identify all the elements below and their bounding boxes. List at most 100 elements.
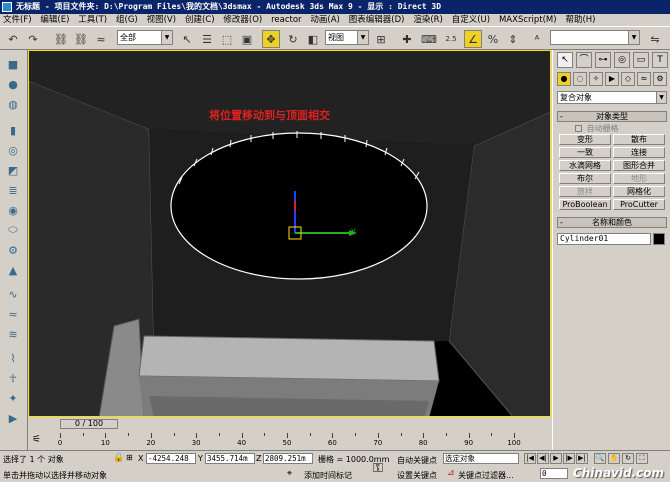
helpers-icon[interactable]: ◇ — [621, 72, 635, 86]
percent-snap-icon[interactable]: % — [484, 30, 502, 48]
angle-snap-icon[interactable]: ∠ — [464, 30, 482, 48]
create-wave-icon[interactable]: ≋ — [4, 326, 22, 342]
menu-file[interactable]: 文件(F) — [0, 14, 35, 26]
menu-create[interactable]: 创建(C) — [182, 14, 218, 26]
spinner-snap-icon[interactable]: ⇕ — [504, 30, 522, 48]
select-manipulate-icon[interactable]: ✚ — [398, 30, 416, 48]
menu-modifiers[interactable]: 修改器(O) — [220, 14, 265, 26]
pivot-center-icon[interactable]: ⊞ — [372, 30, 390, 48]
menu-maxscript[interactable]: MAXScript(M) — [496, 14, 560, 26]
menu-rendering[interactable]: 渲染(R) — [410, 14, 446, 26]
chevron-down-icon[interactable]: ▼ — [628, 31, 639, 44]
menu-views[interactable]: 视图(V) — [144, 14, 179, 26]
mesher-button[interactable]: 网格化 — [613, 186, 665, 197]
chevron-down-icon[interactable]: ▼ — [357, 31, 368, 44]
create-capsule-icon[interactable]: ⬭ — [4, 222, 22, 238]
create-plane-icon[interactable]: ◩ — [4, 162, 22, 178]
goto-end-icon[interactable]: ▶| — [576, 453, 588, 464]
select-by-name-icon[interactable]: ☰ — [198, 30, 216, 48]
create-geosphere-icon[interactable]: ◍ — [4, 96, 22, 112]
morph-button[interactable]: 变形 — [559, 134, 611, 145]
utilities-tab-icon[interactable]: T — [652, 52, 668, 68]
edit-named-selection-icon[interactable]: ᴬ — [528, 30, 546, 48]
mirror-icon[interactable]: ⇋ — [646, 30, 664, 48]
category-combo[interactable]: 复合对象 ▼ — [557, 91, 667, 104]
perspective-viewport[interactable]: 将位置移动到与顶面相交 y — [28, 50, 551, 417]
object-type-rollout[interactable]: - 对象类型 — [557, 111, 667, 122]
boolean-button[interactable]: 布尔 — [559, 173, 611, 184]
menu-animation[interactable]: 动画(A) — [307, 14, 342, 26]
chevron-down-icon[interactable]: ▼ — [161, 31, 172, 44]
loft-button[interactable]: 放样 — [559, 186, 611, 197]
create-tube-icon[interactable]: ◎ — [4, 142, 22, 158]
curve-editor-icon[interactable]: ⚟ — [32, 434, 41, 445]
lights-icon[interactable]: ✧ — [589, 72, 603, 86]
snap-toggle-icon[interactable]: 2.5 — [442, 30, 460, 48]
add-time-tag[interactable]: 添加时间标记 — [304, 470, 352, 481]
create-sphere-icon[interactable]: ● — [4, 76, 22, 92]
absolute-mode-icon[interactable]: ⊞ — [126, 453, 133, 462]
time-slider[interactable]: 0 / 100 — [60, 419, 118, 429]
undo-icon[interactable]: ↶ — [4, 30, 22, 48]
create-gear-icon[interactable]: ⚙ — [4, 242, 22, 258]
name-color-rollout[interactable]: - 名称和颜色 — [557, 217, 667, 228]
object-color-swatch[interactable] — [653, 233, 665, 245]
select-and-rotate-icon[interactable]: ↻ — [284, 30, 302, 48]
y-coordinate-field[interactable]: 3455.714m — [205, 453, 255, 464]
goto-start-icon[interactable]: |◀ — [524, 453, 536, 464]
z-coordinate-field[interactable]: 2809.251m — [263, 453, 313, 464]
next-frame-icon[interactable]: |▶ — [563, 453, 575, 464]
connect-button[interactable]: 连接 — [613, 147, 665, 158]
rectangular-selection-icon[interactable]: ⬚ — [218, 30, 236, 48]
procutter-button[interactable]: ProCutter — [613, 199, 665, 210]
redo-icon[interactable]: ↷ — [24, 30, 42, 48]
create-spring-icon[interactable]: ∿ — [4, 286, 22, 302]
shapemerge-button[interactable]: 图形合并 — [613, 160, 665, 171]
lock-icon[interactable]: 🔒 — [113, 453, 124, 463]
window-crossing-icon[interactable]: ▣ — [238, 30, 256, 48]
play-icon[interactable]: ▶ — [550, 453, 562, 464]
track-bar[interactable]: ⚟ 0 10 20 30 40 50 60 70 80 90 100 — [28, 431, 551, 450]
proboolean-button[interactable]: ProBoolean — [559, 199, 611, 210]
select-and-move-icon[interactable]: ✥ — [262, 30, 280, 48]
unlink-icon[interactable]: ⛓ — [72, 30, 90, 48]
set-key-button[interactable]: 设置关键点 — [397, 470, 437, 481]
cylinder-selection-outline[interactable] — [170, 132, 428, 280]
menu-group[interactable]: 组(G) — [113, 14, 141, 26]
cameras-icon[interactable]: ▶ — [605, 72, 619, 86]
modify-tab-icon[interactable]: ⌒ — [576, 52, 592, 68]
conform-button[interactable]: 一致 — [559, 147, 611, 158]
create-biped-icon[interactable]: ☥ — [4, 370, 22, 386]
geometry-icon[interactable]: ● — [557, 72, 571, 86]
key-filters-button[interactable]: 关键点过滤器... — [458, 470, 514, 481]
menu-customize[interactable]: 自定义(U) — [449, 14, 493, 26]
maximize-viewport-icon[interactable]: ⛶ — [636, 453, 648, 464]
zoom-icon[interactable]: 🔍 — [594, 453, 606, 464]
select-object-icon[interactable]: ↖ — [178, 30, 196, 48]
menu-reactor[interactable]: reactor — [268, 14, 304, 26]
display-tab-icon[interactable]: ▭ — [633, 52, 649, 68]
reference-coord-combo[interactable]: 视图 ▼ — [325, 30, 369, 45]
current-frame-field[interactable]: 0 — [540, 468, 568, 479]
autogrid-checkbox[interactable]: 自动栅格 — [575, 123, 619, 134]
pan-icon[interactable]: ✋ — [608, 453, 620, 464]
create-hose-icon[interactable]: ≈ — [4, 306, 22, 322]
create-cylinder-icon[interactable]: ▮ — [4, 122, 22, 138]
blobmesh-button[interactable]: 水滴网格 — [559, 160, 611, 171]
auto-key-button[interactable]: 自动关键点 — [397, 455, 437, 466]
shapes-icon[interactable]: ◌ — [573, 72, 587, 86]
object-name-field[interactable]: Cylinder01 — [557, 233, 651, 245]
scatter-button[interactable]: 散布 — [613, 134, 665, 145]
select-and-scale-icon[interactable]: ◧ — [304, 30, 322, 48]
orbit-icon[interactable]: ↻ — [622, 453, 634, 464]
create-tab-icon[interactable]: ↖ — [557, 52, 573, 68]
key-icon[interactable]: ⚿ — [373, 461, 383, 476]
selection-filter-combo[interactable]: 全部 ▼ — [117, 30, 173, 45]
create-camera-icon[interactable]: ▶ — [4, 410, 22, 426]
hierarchy-tab-icon[interactable]: ⊶ — [595, 52, 611, 68]
space-warps-icon[interactable]: ≈ — [637, 72, 651, 86]
named-selection-combo[interactable]: ▼ — [550, 30, 640, 45]
terrain-button[interactable]: 地形 — [613, 173, 665, 184]
create-cone-icon[interactable]: ▲ — [4, 262, 22, 278]
create-light-icon[interactable]: ✦ — [4, 390, 22, 406]
